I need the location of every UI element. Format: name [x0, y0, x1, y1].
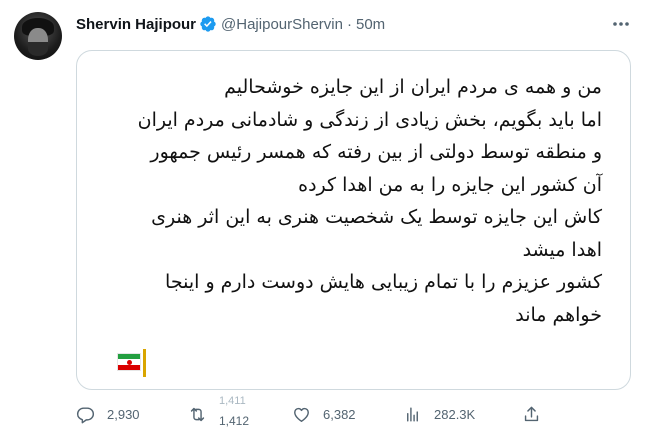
retweet-count: 1,411 1,412	[217, 395, 267, 428]
views-button[interactable]: 282.3K	[403, 404, 475, 424]
retweet-count-current: 1,412	[219, 414, 250, 428]
author-handle[interactable]: @HajipourShervin	[221, 16, 343, 33]
avatar[interactable]	[14, 12, 62, 60]
reply-button[interactable]: 2,930	[76, 404, 140, 424]
separator-dot: ·	[346, 15, 352, 33]
image-text-line: آن کشور این جایزه را به من اهدا کرده	[298, 173, 602, 196]
image-text: من و همه ی مردم ایران از این جایزه خوشحا…	[138, 71, 602, 331]
image-text-line: خواهم ماند	[515, 303, 602, 326]
timestamp[interactable]: 50m	[356, 16, 385, 33]
image-text-line: کشور عزیزم را با تمام زیبایی هایش دوست د…	[165, 271, 602, 293]
like-button[interactable]: 6,382	[292, 404, 356, 424]
heart-icon	[294, 407, 309, 422]
iran-flag-icon	[117, 353, 141, 371]
tweet-header: Shervin Hajipour @HajipourShervin · 50m	[76, 14, 385, 34]
avatar-beard	[28, 42, 48, 56]
tweet-image[interactable]: من و همه ی مردم ایران از این جایزه خوشحا…	[76, 50, 631, 390]
views-chart-icon	[407, 406, 418, 422]
view-count: 282.3K	[434, 406, 476, 422]
reply-icon	[76, 406, 95, 423]
retweet-icon	[190, 407, 205, 421]
text-cursor	[143, 349, 146, 377]
author-name[interactable]: Shervin Hajipour	[76, 16, 196, 33]
verified-badge-icon	[200, 16, 216, 32]
retweet-button[interactable]: 1,411 1,412	[188, 395, 267, 428]
image-text-line: و منطقه توسط دولتی از بین رفته که همسر ر…	[150, 141, 602, 163]
reply-count: 2,930	[107, 406, 140, 422]
image-text-line: اهدا میشد	[522, 238, 602, 261]
image-text-line: کاش این جایزه توسط یک شخصیت هنری به این …	[151, 206, 602, 228]
share-icon	[524, 406, 539, 421]
image-text-line: من و همه ی مردم ایران از این جایزه خوشحا…	[224, 76, 602, 98]
image-text-line: اما باید بگویم، بخش زیادی از زندگی و شاد…	[137, 108, 602, 131]
more-options-icon[interactable]	[610, 14, 632, 34]
tweet-actions: 2,930 1,411 1,412 6,382 282.3K	[76, 395, 631, 428]
retweet-count-previous: 1,411	[219, 395, 246, 407]
share-button[interactable]	[522, 404, 541, 424]
like-count: 6,382	[323, 406, 356, 422]
